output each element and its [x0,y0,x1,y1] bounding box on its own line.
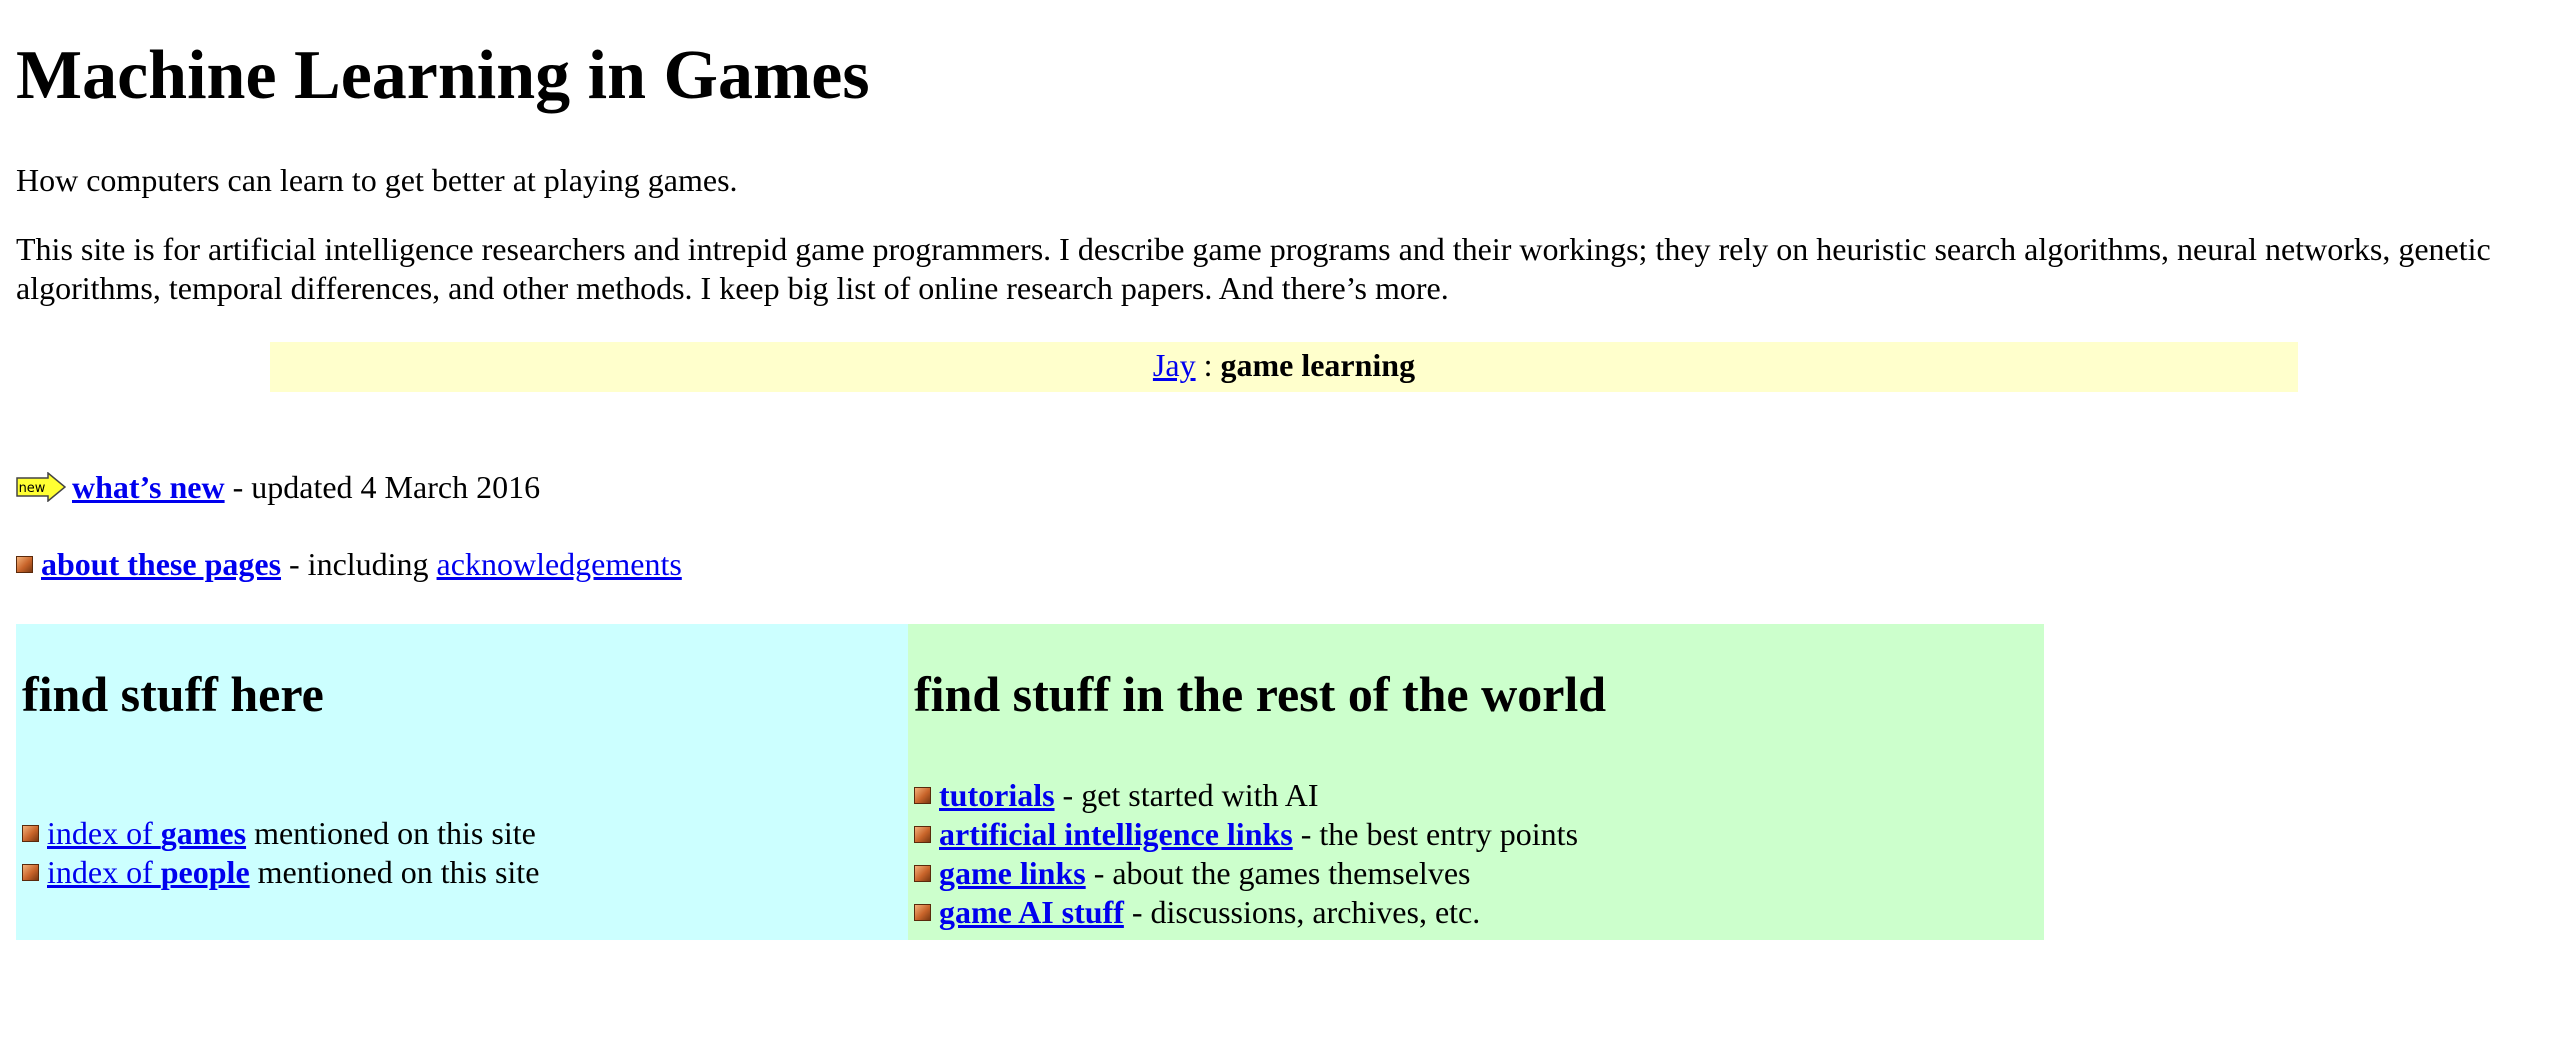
new-arrow-icon: new [16,471,66,502]
find-world-list: tutorials - get started with AI artifici… [914,776,1578,932]
item-suffix: mentioned on this site [249,854,540,890]
link-label: tutorials [939,777,1055,813]
link-bold: people [160,854,250,890]
item-suffix: - about the games themselves [1085,855,1471,891]
page-title: Machine Learning in Games [16,37,870,114]
ai-links-link[interactable]: artificial intelligence links [939,816,1293,852]
item-suffix: mentioned on this site [246,815,536,851]
intro-paragraph: This site is for artificial intelligence… [16,231,2491,306]
new-icon-label: new [19,481,46,496]
find-here-list: index of games mentioned on this site in… [22,814,539,892]
link-label: game AI stuff [939,894,1124,930]
tagline: How computers can learn to get better at… [16,162,738,198]
item-suffix: - get started with AI [1054,777,1319,813]
link-prefix: index of [47,815,161,851]
panels-table: find stuff here index of games mentioned… [16,624,2044,940]
list-item: tutorials - get started with AI [914,776,1578,815]
item-suffix: - discussions, archives, etc. [1123,894,1481,930]
banner-section-label: game learning [1220,347,1416,383]
whats-new-label: what’s new [72,469,225,505]
section-banner: Jay : game learning [270,342,2298,392]
about-row: about these pages - including acknowledg… [16,544,682,584]
whats-new-link[interactable]: what’s new [72,469,225,505]
bullet-icon [22,864,39,882]
bullet-icon [914,865,931,883]
list-item: index of people mentioned on this site [22,853,539,892]
index-games-link[interactable]: index of games [47,815,246,851]
bullet-icon [914,787,931,805]
link-label: game links [939,855,1086,891]
whats-new-row: new what’s new - updated 4 March 2016 [16,467,540,507]
about-pages-label: about these pages [41,546,282,582]
panel-find-world: find stuff in the rest of the world tuto… [908,624,2044,940]
game-ai-stuff-link[interactable]: game AI stuff [939,894,1124,930]
list-item: artificial intelligence links - the best… [914,815,1578,854]
panel-find-here-heading: find stuff here [22,666,324,722]
index-people-link[interactable]: index of people [47,854,250,890]
about-middle-text: - including [281,546,437,582]
acknowledgements-link[interactable]: acknowledgements [437,546,682,582]
link-prefix: index of [47,854,161,890]
list-item: game links - about the games themselves [914,854,1578,893]
game-links-link[interactable]: game links [939,855,1086,891]
tutorials-link[interactable]: tutorials [939,777,1055,813]
banner-separator: : [1195,347,1221,383]
link-bold: games [160,815,247,851]
about-pages-link[interactable]: about these pages [41,546,281,582]
panel-find-world-heading: find stuff in the rest of the world [914,666,1607,722]
link-label: artificial intelligence links [939,816,1293,852]
bullet-icon [914,904,931,922]
item-suffix: - the best entry points [1292,816,1579,852]
bullet-icon [16,556,33,574]
bullet-icon [914,826,931,844]
whats-new-updated: - updated 4 March 2016 [224,469,541,505]
panel-find-here: find stuff here index of games mentioned… [16,624,908,940]
list-item: index of games mentioned on this site [22,814,539,853]
author-link[interactable]: Jay [1153,347,1196,383]
bullet-icon [22,825,39,843]
list-item: game AI stuff - discussions, archives, e… [914,893,1578,932]
